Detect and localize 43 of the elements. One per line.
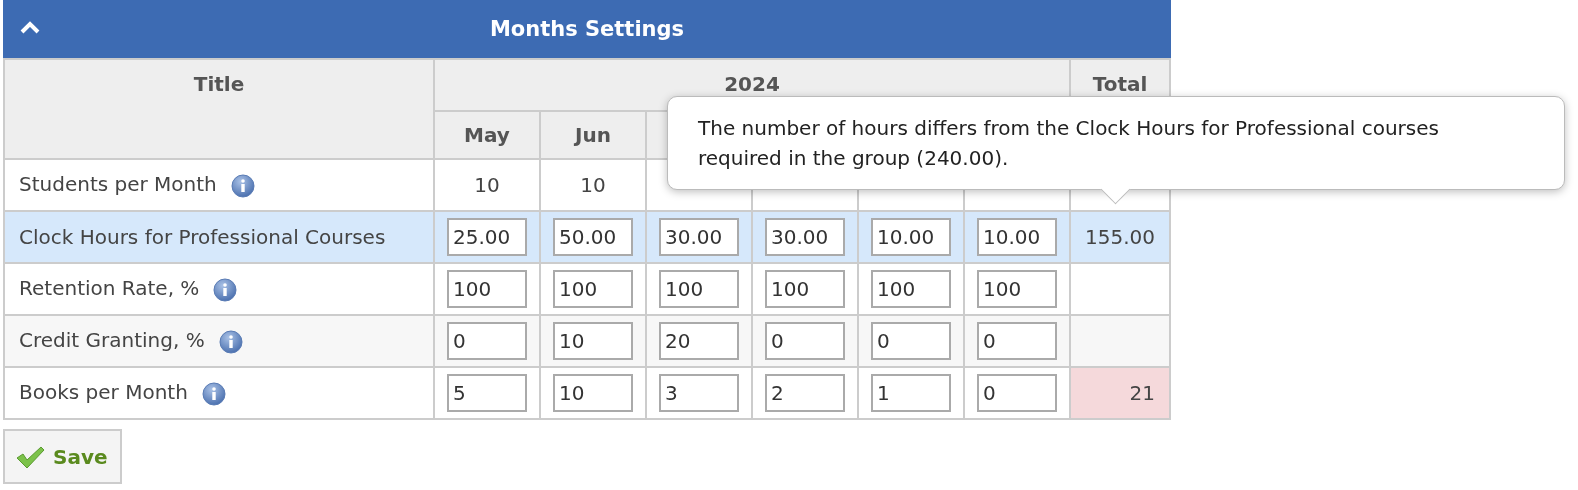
chevron-up-icon[interactable]	[19, 21, 41, 35]
save-button[interactable]: Save	[3, 429, 122, 484]
number-input[interactable]: 1	[871, 374, 951, 412]
number-input[interactable]: 3	[659, 374, 739, 412]
row-title: Credit Granting, %	[19, 328, 205, 353]
info-icon[interactable]	[201, 381, 226, 406]
total-cell: 21	[1070, 367, 1170, 419]
row-title: Books per Month	[19, 380, 188, 405]
row-title: Students per Month	[19, 172, 217, 197]
number-input[interactable]: 100	[447, 270, 527, 308]
number-input[interactable]: 10.00	[977, 218, 1057, 256]
tooltip-text: The number of hours differs from the Clock Hours for Professional courses required in the group (240.00).	[698, 115, 1440, 172]
info-icon[interactable]	[213, 277, 238, 302]
panel-title: Months Settings	[489, 17, 685, 41]
number-input[interactable]: 0	[977, 374, 1057, 412]
row-title: Retention Rate, %	[19, 276, 200, 301]
number-input[interactable]: 25.00	[447, 218, 527, 256]
info-icon[interactable]	[218, 329, 243, 354]
number-input[interactable]: 100	[765, 270, 845, 308]
number-input[interactable]: 5	[447, 374, 527, 412]
column-header: Title	[4, 59, 434, 159]
number-input[interactable]: 10	[553, 374, 633, 412]
row-title: Clock Hours for Professional Courses	[19, 225, 386, 249]
number-input[interactable]: 0	[871, 322, 951, 360]
number-input[interactable]: 0	[977, 322, 1057, 360]
number-input[interactable]: 100	[977, 270, 1057, 308]
column-header: Jun	[540, 111, 646, 159]
number-input[interactable]: 100	[871, 270, 951, 308]
number-input[interactable]: 30.00	[659, 218, 739, 256]
number-input[interactable]: 20	[659, 322, 739, 360]
checkmark-icon	[15, 444, 45, 469]
number-input[interactable]: 30.00	[765, 218, 845, 256]
total-cell: 155.00	[1070, 211, 1170, 263]
info-icon[interactable]	[230, 173, 255, 198]
column-header: May	[434, 111, 540, 159]
number-input[interactable]: 0	[447, 322, 527, 360]
number-input[interactable]: 10	[553, 322, 633, 360]
number-input[interactable]: 50.00	[553, 218, 633, 256]
number-input[interactable]: 10.00	[871, 218, 951, 256]
number-input[interactable]: 100	[659, 270, 739, 308]
number-input[interactable]: 2	[765, 374, 845, 412]
number-input[interactable]: 100	[553, 270, 633, 308]
number-input[interactable]: 0	[765, 322, 845, 360]
